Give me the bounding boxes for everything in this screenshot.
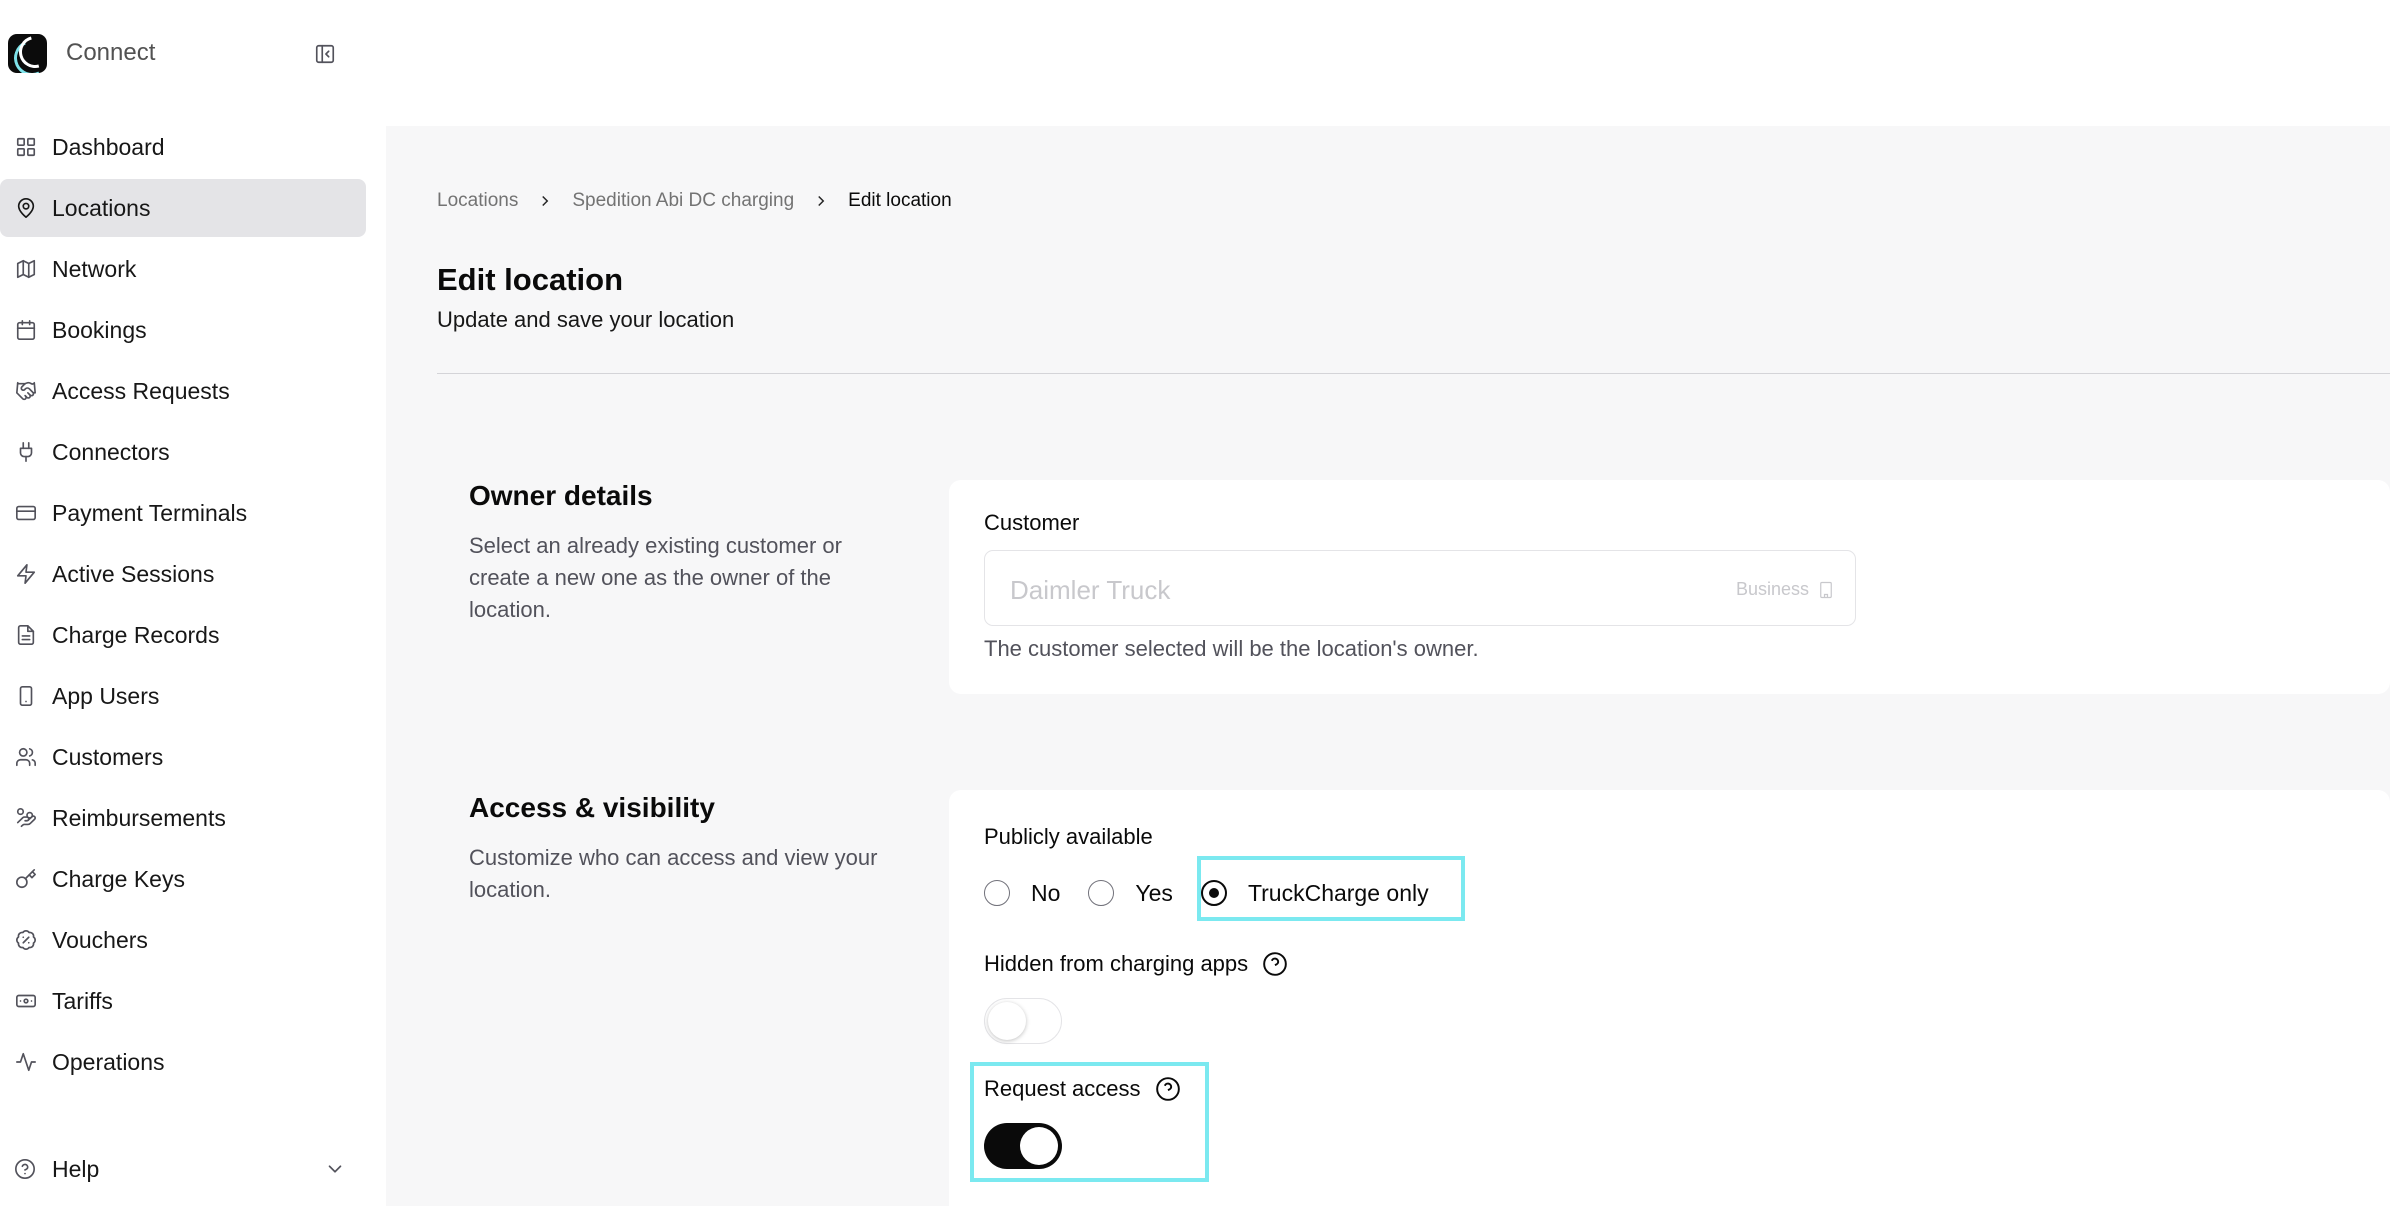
sidebar-item-label: Connectors	[52, 438, 170, 465]
sidebar: Connect Dashboard Locations Network Book…	[0, 0, 386, 1206]
sidebar-item-label: Bookings	[52, 316, 147, 343]
activity-icon	[14, 1050, 38, 1074]
sidebar-item-access-requests[interactable]: Access Requests	[0, 362, 366, 420]
hidden-from-apps-field-label: Hidden from charging apps	[984, 951, 1288, 977]
sidebar-item-label: Charge Keys	[52, 865, 185, 892]
chevron-down-icon	[324, 1158, 346, 1186]
sidebar-item-label: Network	[52, 255, 137, 282]
customer-select[interactable]: Daimler Truck Business	[984, 550, 1856, 626]
owner-section-description: Select an already existing customer or c…	[469, 533, 842, 622]
owner-card: Customer Daimler Truck Business The cust…	[949, 480, 2390, 694]
badge-percent-icon	[14, 928, 38, 952]
chevron-right-icon	[812, 192, 830, 210]
highlight-box	[1197, 856, 1465, 921]
sidebar-item-label: Tariffs	[52, 987, 113, 1014]
app-name: Connect	[66, 39, 156, 66]
map-pin-icon	[14, 196, 38, 220]
sidebar-item-network[interactable]: Network	[0, 240, 366, 298]
sidebar-item-payment-terminals[interactable]: Payment Terminals	[0, 484, 366, 542]
plug-icon	[14, 440, 38, 464]
sidebar-item-label: Help	[52, 1155, 100, 1182]
sidebar-item-label: Access Requests	[52, 377, 230, 404]
hidden-from-apps-label: Hidden from charging apps	[984, 951, 1249, 976]
radio-circle	[1088, 880, 1115, 906]
sidebar-item-charge-keys[interactable]: Charge Keys	[0, 850, 366, 908]
credit-card-icon	[14, 501, 38, 525]
main-content: Locations Spedition Abi DC charging Edit…	[386, 126, 2390, 1210]
sidebar-item-help[interactable]: Help	[0, 1140, 366, 1198]
sidebar-item-app-users[interactable]: App Users	[0, 667, 366, 725]
breadcrumb-current: Edit location	[848, 190, 952, 211]
highlight-box	[970, 1062, 1209, 1182]
chevron-right-icon	[536, 192, 554, 210]
customer-label: Customer	[984, 510, 1080, 535]
sidebar-item-charge-records[interactable]: Charge Records	[0, 606, 366, 664]
sidebar-item-label: Vouchers	[52, 926, 148, 953]
sidebar-nav: Dashboard Locations Network Bookings Acc…	[0, 118, 366, 1094]
sidebar-item-reimbursements[interactable]: Reimbursements	[0, 789, 366, 847]
sidebar-item-bookings[interactable]: Bookings	[0, 301, 366, 359]
grid-icon	[14, 135, 38, 159]
sidebar-item-vouchers[interactable]: Vouchers	[0, 911, 366, 969]
access-section-title: Access & visibility	[469, 792, 715, 823]
sidebar-item-tariffs[interactable]: Tariffs	[0, 972, 366, 1030]
smartphone-icon	[14, 684, 38, 708]
sidebar-item-label: Charge Records	[52, 621, 220, 648]
radio-label: No	[1031, 879, 1061, 906]
sidebar-item-locations[interactable]: Locations	[0, 179, 366, 237]
sidebar-item-label: Customers	[52, 743, 164, 770]
hand-coins-icon	[14, 806, 38, 830]
breadcrumb: Locations Spedition Abi DC charging Edit…	[437, 190, 952, 212]
banknote-icon	[14, 989, 38, 1013]
page-title: Edit location	[437, 262, 623, 297]
key-icon	[14, 867, 38, 891]
radio-circle	[984, 880, 1010, 906]
panel-left-icon	[315, 44, 335, 64]
users-icon	[14, 745, 38, 769]
sidebar-item-label: Active Sessions	[52, 560, 215, 587]
sidebar-item-customers[interactable]: Customers	[0, 728, 366, 786]
brand[interactable]: Connect	[8, 32, 155, 74]
sidebar-item-label: Payment Terminals	[52, 499, 248, 526]
help-circle-icon	[14, 1157, 38, 1181]
breadcrumb-item-locations[interactable]: Locations	[437, 190, 518, 212]
sidebar-item-operations[interactable]: Operations	[0, 1033, 366, 1091]
toggle-knob	[988, 1002, 1026, 1040]
zap-icon	[14, 562, 38, 586]
customer-type-label: Business	[1735, 579, 1809, 599]
sidebar-item-active-sessions[interactable]: Active Sessions	[0, 545, 366, 603]
hidden-from-apps-toggle[interactable]	[984, 998, 1062, 1044]
customer-value: Daimler Truck	[1010, 575, 1171, 605]
building-icon	[1820, 581, 1832, 598]
sidebar-item-dashboard[interactable]: Dashboard	[0, 118, 366, 176]
radio-option-no[interactable]: No	[984, 880, 1060, 907]
sidebar-item-label: Reimbursements	[52, 804, 226, 831]
sidebar-item-connectors[interactable]: Connectors	[0, 423, 366, 481]
sidebar-item-label: Locations	[52, 194, 151, 221]
divider	[437, 373, 2390, 374]
page-subtitle: Update and save your location	[437, 307, 735, 332]
help-circle-icon[interactable]	[1262, 951, 1288, 977]
owner-section-title: Owner details	[469, 480, 653, 511]
access-section-description: Customize who can access and view your l…	[469, 845, 878, 902]
handshake-icon	[14, 379, 38, 403]
breadcrumb-item-location[interactable]: Spedition Abi DC charging	[572, 190, 794, 212]
radio-label: Yes	[1135, 879, 1173, 906]
sidebar-item-label: Operations	[52, 1048, 165, 1075]
customer-type-badge: Business	[1736, 579, 1835, 600]
publicly-available-label: Publicly available	[984, 824, 1153, 849]
calendar-icon	[14, 318, 38, 342]
file-icon	[14, 623, 38, 647]
map-icon	[14, 257, 38, 281]
sidebar-collapse-button[interactable]	[310, 39, 340, 69]
radio-option-yes[interactable]: Yes	[1088, 880, 1173, 907]
sidebar-item-label: Dashboard	[52, 133, 165, 160]
customer-helper-text: The customer selected will be the locati…	[984, 636, 1479, 661]
app-logo-icon	[8, 33, 47, 73]
sidebar-item-label: App Users	[52, 682, 160, 709]
